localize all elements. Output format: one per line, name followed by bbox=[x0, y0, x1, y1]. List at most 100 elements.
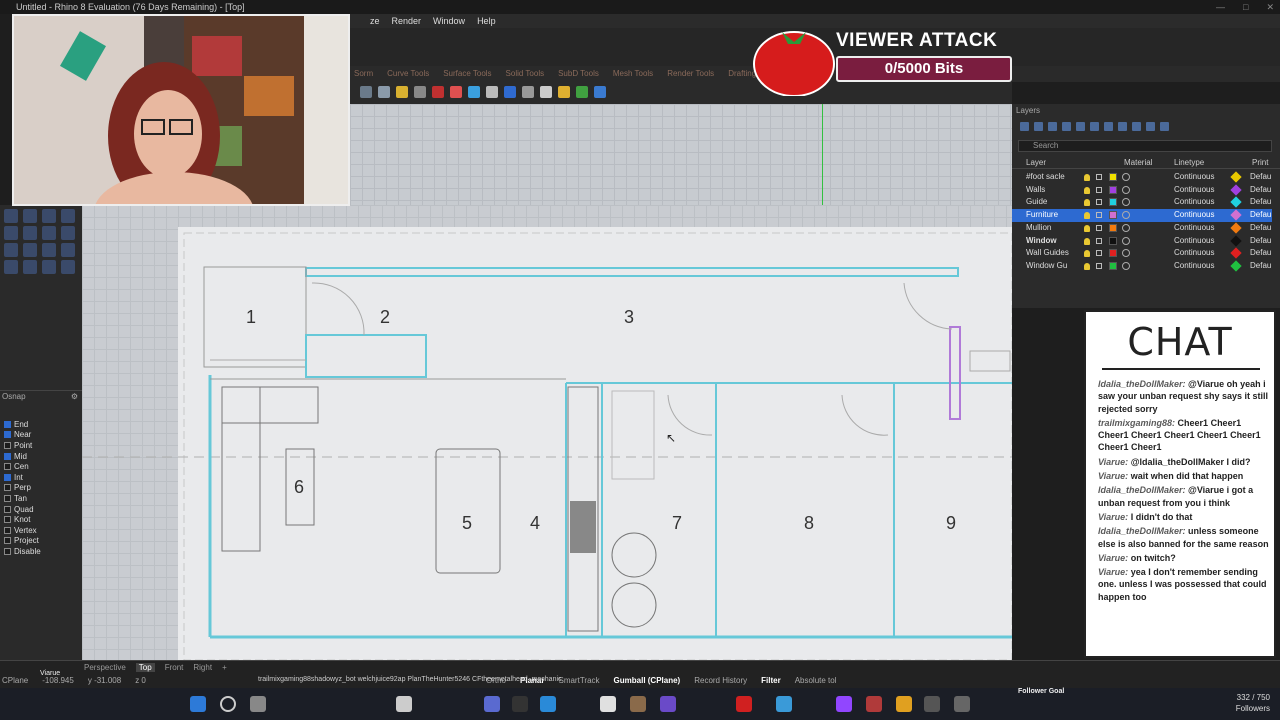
layer-row[interactable]: Wall Guides Continuous Defau bbox=[1012, 247, 1272, 260]
layer-name[interactable]: Guide bbox=[1026, 196, 1090, 209]
layer-linetype[interactable]: Continuous bbox=[1174, 260, 1214, 273]
layer-print-width[interactable]: Defau bbox=[1250, 235, 1271, 248]
osnap-item[interactable]: Point bbox=[4, 440, 41, 451]
smarttrack-toggle[interactable]: SmartTrack bbox=[558, 676, 599, 685]
osnap-checkbox[interactable] bbox=[4, 463, 11, 471]
surface-tool-icon[interactable] bbox=[4, 243, 18, 257]
col-material[interactable]: Material bbox=[1124, 157, 1152, 169]
menu-item[interactable]: ze bbox=[370, 14, 380, 28]
cplane-icon[interactable] bbox=[360, 86, 372, 98]
osnap-item[interactable]: Disable bbox=[4, 546, 41, 557]
layer-linetype[interactable]: Continuous bbox=[1174, 196, 1214, 209]
lock-icon[interactable] bbox=[1096, 250, 1102, 257]
search-icon[interactable] bbox=[220, 696, 236, 712]
bulb-icon[interactable] bbox=[1084, 212, 1090, 220]
osnap-item[interactable]: Mid bbox=[4, 451, 41, 462]
lock-icon[interactable] bbox=[1096, 186, 1102, 193]
osnap-checkbox[interactable] bbox=[4, 516, 11, 524]
layer-color-swatch[interactable] bbox=[1109, 198, 1117, 207]
bulb-icon[interactable] bbox=[1084, 186, 1090, 194]
col-linetype[interactable]: Linetype bbox=[1174, 157, 1204, 169]
layer-row[interactable]: #foot sacle Continuous Defau bbox=[1012, 171, 1272, 184]
bulb-icon[interactable] bbox=[1084, 250, 1090, 258]
layer-color-swatch[interactable] bbox=[1109, 173, 1117, 181]
layer-print-width[interactable]: Defau bbox=[1250, 247, 1271, 260]
layer-linetype[interactable]: Continuous bbox=[1174, 209, 1214, 222]
maximize-icon[interactable]: □ bbox=[1243, 0, 1248, 14]
layers-search-input[interactable]: Search bbox=[1018, 140, 1272, 152]
lock-icon[interactable] bbox=[1096, 262, 1102, 269]
absolute-tolerance[interactable]: Absolute tol bbox=[795, 676, 837, 685]
layer-name[interactable]: Window Gu bbox=[1026, 260, 1090, 273]
material-icon[interactable] bbox=[1122, 185, 1130, 194]
layer-color-swatch[interactable] bbox=[1109, 249, 1117, 258]
lock-icon[interactable] bbox=[1096, 212, 1102, 219]
delete-layer-icon[interactable] bbox=[1048, 122, 1057, 131]
globe-icon[interactable] bbox=[504, 86, 516, 98]
move-tool-icon[interactable] bbox=[4, 260, 18, 274]
material-icon[interactable] bbox=[450, 86, 462, 98]
app-icon[interactable] bbox=[660, 696, 676, 712]
twitch-icon[interactable] bbox=[836, 696, 852, 712]
app-icon[interactable] bbox=[736, 696, 752, 712]
print-color-icon[interactable] bbox=[1230, 196, 1242, 209]
layer-linetype[interactable]: Continuous bbox=[1174, 222, 1214, 235]
layer-row[interactable]: Furniture Continuous Defau bbox=[1012, 209, 1272, 222]
move-down-icon[interactable] bbox=[1090, 122, 1099, 131]
print-color-icon[interactable] bbox=[1230, 222, 1242, 234]
print-color-icon[interactable] bbox=[1230, 184, 1242, 196]
osnap-item[interactable]: Knot bbox=[4, 514, 41, 525]
col-print[interactable]: Print bbox=[1252, 157, 1268, 169]
osnap-checkbox[interactable] bbox=[4, 441, 11, 449]
lock-icon[interactable] bbox=[1096, 224, 1102, 231]
layer-linetype[interactable]: Continuous bbox=[1174, 184, 1214, 197]
layer-row[interactable]: Window Gu Continuous Defau bbox=[1012, 260, 1272, 273]
layer-color-swatch[interactable] bbox=[1109, 261, 1117, 270]
windows-start-icon[interactable] bbox=[190, 696, 206, 712]
rotate-tool-icon[interactable] bbox=[23, 260, 37, 274]
layer-print-width[interactable]: Defau bbox=[1250, 209, 1271, 222]
gumball-toggle[interactable]: Gumball (CPlane) bbox=[614, 676, 681, 685]
viewport-upper[interactable] bbox=[350, 104, 1012, 205]
polygon-tool-icon[interactable] bbox=[61, 226, 75, 240]
bulb-icon[interactable] bbox=[1084, 174, 1090, 181]
layer-linetype[interactable]: Continuous bbox=[1174, 235, 1214, 248]
material-icon[interactable] bbox=[1122, 261, 1130, 270]
select-tool-icon[interactable] bbox=[4, 209, 18, 223]
cplane-label[interactable]: CPlane bbox=[2, 676, 28, 685]
material-icon[interactable] bbox=[1122, 198, 1130, 207]
help-icon[interactable] bbox=[594, 86, 606, 98]
record-history-toggle[interactable]: Record History bbox=[694, 676, 747, 685]
layer-row[interactable]: Window Continuous Defau bbox=[1012, 234, 1272, 248]
tab-subd-tools[interactable]: SubD Tools bbox=[558, 66, 599, 82]
text-tool-icon[interactable] bbox=[61, 243, 75, 257]
discord-icon[interactable] bbox=[484, 696, 500, 712]
help-icon[interactable] bbox=[1160, 122, 1169, 131]
tab-top[interactable]: Top bbox=[135, 663, 155, 672]
tab-render-tools[interactable]: Render Tools bbox=[667, 66, 714, 82]
layer-linetype[interactable]: Continuous bbox=[1174, 247, 1214, 260]
bulb-icon[interactable] bbox=[1084, 262, 1090, 270]
osnap-item[interactable]: Tan bbox=[4, 493, 41, 504]
mirror-tool-icon[interactable] bbox=[61, 260, 75, 274]
tab-solid-tools[interactable]: Solid Tools bbox=[506, 66, 545, 82]
app-icon[interactable] bbox=[396, 696, 412, 712]
layer-color-swatch[interactable] bbox=[1109, 185, 1117, 194]
view-icon[interactable] bbox=[378, 86, 390, 98]
columns-icon[interactable] bbox=[1132, 122, 1141, 131]
rectangle-tool-icon[interactable] bbox=[42, 226, 56, 240]
osnap-checkbox[interactable] bbox=[4, 526, 11, 534]
osnap-checkbox[interactable] bbox=[4, 537, 11, 545]
minimize-icon[interactable]: — bbox=[1216, 0, 1225, 14]
tab-right[interactable]: Right bbox=[193, 663, 212, 672]
osnap-item[interactable]: End bbox=[4, 419, 41, 430]
layer-name[interactable]: Window bbox=[1026, 235, 1090, 248]
layer-print-width[interactable]: Defau bbox=[1250, 184, 1271, 197]
close-icon[interactable]: ✕ bbox=[1266, 0, 1274, 14]
print-color-icon[interactable] bbox=[1230, 247, 1242, 259]
move-parent-icon[interactable] bbox=[1104, 122, 1113, 131]
material-icon[interactable] bbox=[1122, 249, 1130, 258]
app-icon[interactable] bbox=[600, 696, 616, 712]
taskview-icon[interactable] bbox=[250, 696, 266, 712]
steam-icon[interactable] bbox=[776, 696, 792, 712]
